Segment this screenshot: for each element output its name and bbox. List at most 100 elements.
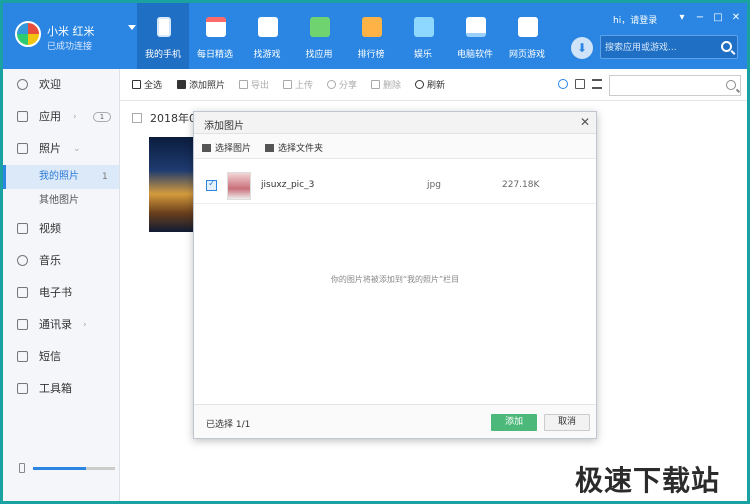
file-type: jpg <box>427 180 441 190</box>
sidebar-item-welcome[interactable]: 欢迎 <box>3 69 119 101</box>
file-list-row[interactable]: jisuxz_pic_3 jpg 227.18K <box>194 168 596 204</box>
file-checkbox[interactable] <box>206 179 217 191</box>
sidebar-item-videos[interactable]: 视频 <box>3 213 119 245</box>
add-photo-button[interactable]: 添加照片 <box>177 78 225 91</box>
nav-label: 电脑软件 <box>456 50 493 60</box>
sidebar-item-ebooks[interactable]: 电子书 <box>3 277 119 309</box>
minimize-icon[interactable]: − <box>693 11 707 25</box>
sidebar-item-label: 视频 <box>39 222 61 235</box>
sidebar-item-label: 应用 <box>39 110 61 123</box>
login-link[interactable]: hi，请登录 <box>613 13 657 26</box>
sidebar-item-toolbox[interactable]: 工具箱 <box>3 373 119 405</box>
refresh-button[interactable]: 刷新 <box>415 78 445 91</box>
photo-icon <box>17 143 28 154</box>
device-selector[interactable]: 小米 红米 已成功连接 <box>15 17 136 57</box>
nav-pc-software[interactable]: 电脑软件 <box>449 3 501 69</box>
sidebar-item-apps[interactable]: 应用 › 1 <box>3 101 119 133</box>
search-icon[interactable] <box>726 80 736 90</box>
app-search-box <box>600 35 738 59</box>
photo-toolbar: 全选 添加照片 导出 上传 分享 删除 刷新 <box>120 69 747 101</box>
site-watermark: 极速下载站 <box>575 464 721 497</box>
select-all-label: 全选 <box>144 81 163 91</box>
file-name: jisuxz_pic_3 <box>261 180 315 190</box>
sidebar-item-sms[interactable]: 短信 <box>3 341 119 373</box>
calendar-star-icon <box>206 17 226 37</box>
share-button[interactable]: 分享 <box>327 78 357 91</box>
dialog-toolbar: 选择图片 选择文件夹 <box>194 134 596 159</box>
window-controls: ▾ − □ ✕ <box>675 11 743 25</box>
select-folder-button[interactable]: 选择文件夹 <box>265 141 323 154</box>
message-icon <box>17 351 28 362</box>
photo-count: 1 <box>102 172 108 182</box>
app-search-input[interactable] <box>605 40 715 55</box>
nav-ranking[interactable]: 排行榜 <box>345 3 397 69</box>
select-image-label: 选择图片 <box>215 144 252 154</box>
sidebar-item-music[interactable]: 音乐 <box>3 245 119 277</box>
sidebar-subitem-my-photos[interactable]: 我的照片 1 <box>3 165 119 189</box>
cancel-button[interactable]: 取消 <box>544 414 590 431</box>
sidebar-item-label: 工具箱 <box>39 382 72 395</box>
add-photo-label: 添加照片 <box>189 81 226 91</box>
sidebar-subitem-label: 其他图片 <box>39 195 79 206</box>
dialog-footer: 已选择 1/1 添加 取消 <box>194 404 596 438</box>
upload-button[interactable]: 上传 <box>283 78 313 91</box>
phone-storage-icon <box>19 463 25 473</box>
sidebar-item-label: 短信 <box>39 350 61 363</box>
nav-my-phone[interactable]: 我的手机 <box>137 3 189 69</box>
file-size: 227.18K <box>502 180 540 190</box>
upload-label: 上传 <box>295 81 314 91</box>
sidebar-item-label: 电子书 <box>39 286 72 299</box>
photo-thumbnail[interactable] <box>149 137 195 232</box>
phone-icon <box>157 17 171 37</box>
app-window: 小米 红米 已成功连接 我的手机 每日精选 找游戏 找应用 排行榜 娱乐 电脑软… <box>0 0 750 504</box>
nav-label: 娱乐 <box>413 50 432 60</box>
nav-find-games[interactable]: 找游戏 <box>241 3 293 69</box>
nav-daily-picks[interactable]: 每日精选 <box>189 3 241 69</box>
chevron-right-icon: › <box>73 112 77 122</box>
download-manager-button[interactable]: ⬇ <box>571 37 593 59</box>
folder-view-icon[interactable] <box>575 79 585 89</box>
sidebar-item-label: 欢迎 <box>39 78 61 91</box>
nav-web-games[interactable]: 网页游戏 <box>501 3 553 69</box>
select-image-button[interactable]: 选择图片 <box>202 141 251 154</box>
maximize-icon[interactable]: □ <box>711 11 725 25</box>
add-button[interactable]: 添加 <box>491 414 537 431</box>
nav-find-apps[interactable]: 找应用 <box>293 3 345 69</box>
photo-search-input[interactable] <box>609 75 741 96</box>
sidebar-subitem-label: 我的照片 <box>39 171 79 182</box>
timeline-view-icon[interactable] <box>558 79 568 89</box>
checkbox-icon <box>132 80 141 89</box>
dialog-title: 添加图片 <box>204 121 244 132</box>
connection-status: 已成功连接 <box>47 42 93 52</box>
book-icon <box>17 287 28 298</box>
sidebar-item-label: 通讯录 <box>39 318 72 331</box>
list-view-icon[interactable] <box>592 79 602 89</box>
video-icon <box>17 223 28 234</box>
device-logo-icon <box>15 21 41 47</box>
refresh-icon <box>415 80 424 89</box>
export-icon <box>239 80 248 89</box>
upload-icon <box>283 80 292 89</box>
select-all-checkbox[interactable]: 全选 <box>132 78 162 91</box>
chevron-down-icon <box>128 25 136 30</box>
close-icon[interactable]: ✕ <box>580 115 590 129</box>
nav-label: 找游戏 <box>253 50 281 60</box>
nav-entertainment[interactable]: 娱乐 <box>397 3 449 69</box>
nav-label: 我的手机 <box>144 50 181 60</box>
refresh-label: 刷新 <box>427 81 446 91</box>
welcome-icon <box>17 79 28 90</box>
search-icon[interactable] <box>721 41 732 52</box>
sidebar-item-photos[interactable]: 照片 ⌄ <box>3 133 119 165</box>
add-image-dialog: 添加图片 ✕ 选择图片 选择文件夹 jisuxz_pic_3 jpg 227.1… <box>193 111 597 439</box>
sidebar-subitem-other-images[interactable]: 其他图片 <box>3 189 119 213</box>
delete-button[interactable]: 删除 <box>371 78 401 91</box>
close-icon[interactable]: ✕ <box>729 11 743 25</box>
folder-add-icon <box>265 144 274 152</box>
date-group-checkbox[interactable] <box>132 113 142 123</box>
delete-label: 删除 <box>383 81 402 91</box>
sidebar-item-contacts[interactable]: 通讯录 › <box>3 309 119 341</box>
sidebar: 欢迎 应用 › 1 照片 ⌄ 我的照片 1 其他图片 视频 音乐 电子书 通讯录… <box>3 69 120 501</box>
menu-icon[interactable]: ▾ <box>675 11 689 25</box>
apps-grid-icon <box>17 111 28 122</box>
export-button[interactable]: 导出 <box>239 78 269 91</box>
